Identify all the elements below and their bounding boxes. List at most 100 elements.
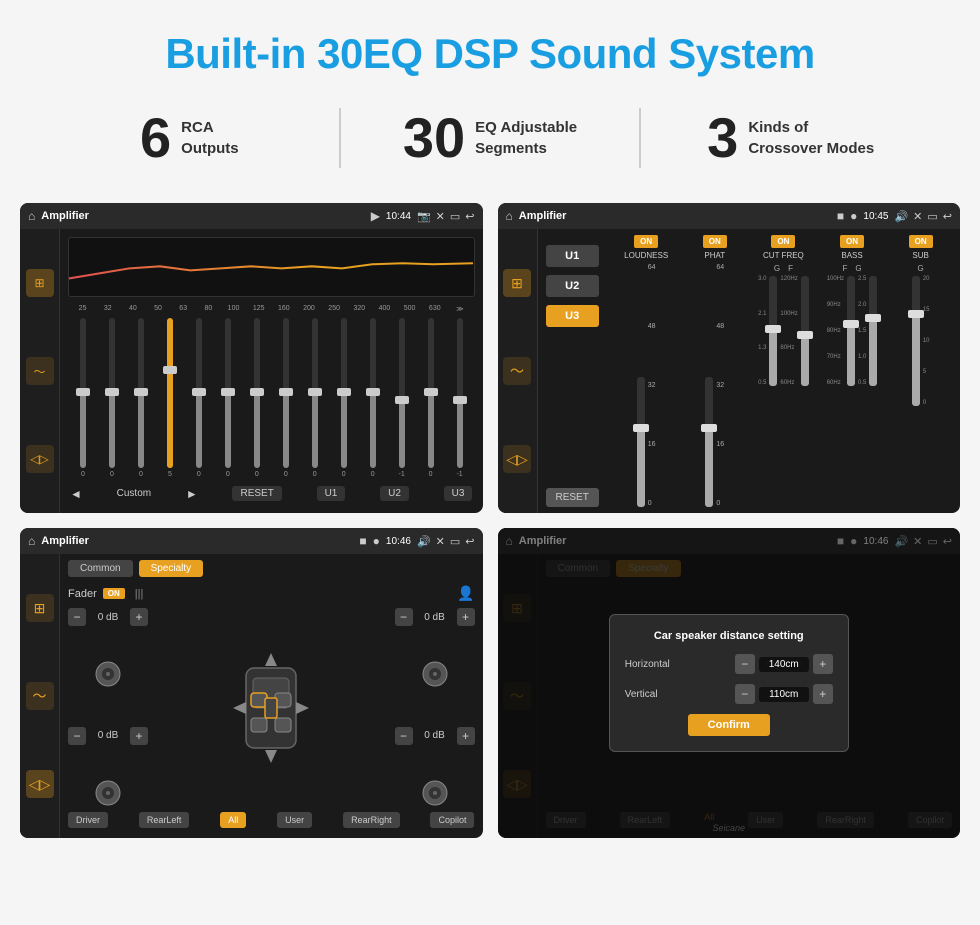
eq-slider-12[interactable]: -1 <box>389 318 415 478</box>
xover-u-buttons: U1 U2 U3 RESET <box>546 245 599 507</box>
sub-toggle[interactable]: ON <box>909 235 933 248</box>
dot-icon-3: ● <box>373 534 380 548</box>
dialog-vertical-plus[interactable]: + <box>813 684 833 704</box>
dialog-horizontal-minus[interactable]: − <box>735 654 755 674</box>
home-icon[interactable]: ⌂ <box>28 209 35 223</box>
eq-slider-6[interactable]: 0 <box>215 318 241 478</box>
back-icon[interactable]: ↩ <box>465 210 474 223</box>
fader-plus-2[interactable]: + <box>130 727 148 745</box>
volume-icon[interactable]: 🔊 <box>894 210 908 223</box>
eq-slider-11[interactable]: 0 <box>360 318 386 478</box>
all-btn[interactable]: All <box>220 812 246 828</box>
eq-slider-8[interactable]: 0 <box>273 318 299 478</box>
dialog-vertical-input: − 110cm + <box>735 684 833 704</box>
eq-sidebar-btn-2[interactable]: 〜 <box>26 357 54 385</box>
fader-minus-1[interactable]: − <box>68 608 86 626</box>
eq-slider-9[interactable]: 0 <box>302 318 328 478</box>
fader-content: − 0 dB + − <box>68 608 475 808</box>
xover-u2-btn[interactable]: U2 <box>546 275 599 297</box>
fader-sidebar-btn-3[interactable]: ◁▷ <box>26 770 54 798</box>
fader-plus-3[interactable]: + <box>457 608 475 626</box>
eq-sidebar-btn-1[interactable]: ⊞ <box>26 269 54 297</box>
phat-toggle[interactable]: ON <box>703 235 727 248</box>
user-btn[interactable]: User <box>277 812 312 828</box>
specialty-tab[interactable]: Specialty <box>139 560 204 577</box>
xover-u1-btn[interactable]: U1 <box>546 245 599 267</box>
u1-btn[interactable]: U1 <box>317 486 346 501</box>
fader-minus-4[interactable]: − <box>395 727 413 745</box>
dialog-horizontal-input: − 140cm + <box>735 654 833 674</box>
driver-btn[interactable]: Driver <box>68 812 108 828</box>
u2-btn[interactable]: U2 <box>380 486 409 501</box>
eq-slider-3[interactable]: 0 <box>128 318 154 478</box>
eq-sidebar-btn-3[interactable]: ◁▷ <box>26 445 54 473</box>
eq-slider-4[interactable]: 5 <box>157 318 183 478</box>
home-icon-3[interactable]: ⌂ <box>28 534 35 548</box>
dialog-vertical-value: 110cm <box>759 687 809 702</box>
window-icon: ▭ <box>450 210 460 223</box>
u3-btn[interactable]: U3 <box>444 486 473 501</box>
cutfreq-toggle[interactable]: ON <box>771 235 795 248</box>
rearleft-btn[interactable]: RearLeft <box>139 812 190 828</box>
loudness-toggle[interactable]: ON <box>634 235 658 248</box>
speaker-icon: ◁▷ <box>30 452 48 466</box>
back-icon-3[interactable]: ↩ <box>465 535 474 548</box>
reset-btn[interactable]: RESET <box>232 486 281 501</box>
xover-reset-btn[interactable]: RESET <box>546 488 599 507</box>
eq-slider-14[interactable]: -1 <box>447 318 473 478</box>
xover-sidebar-btn-1[interactable]: ⊞ <box>503 269 531 297</box>
eq-slider-1[interactable]: 0 <box>70 318 96 478</box>
common-tab[interactable]: Common <box>68 560 133 577</box>
confirm-button[interactable]: Confirm <box>688 714 770 736</box>
xover-sidebar-btn-2[interactable]: 〜 <box>503 357 531 385</box>
screen-fader-title: Amplifier <box>41 535 353 547</box>
eq-freq-labels: 25 32 40 50 63 80 100 125 160 200 250 32… <box>68 305 475 313</box>
xover-u3-btn[interactable]: U3 <box>546 305 599 327</box>
feature-rca: 6 RCA Outputs <box>40 110 339 166</box>
sliders-icon: ⊞ <box>34 276 44 290</box>
eq-slider-7[interactable]: 0 <box>244 318 270 478</box>
copilot-btn[interactable]: Copilot <box>430 812 474 828</box>
topbar-icons-right: 📷 ✕ ▭ ↩ <box>417 210 475 223</box>
home-icon-2[interactable]: ⌂ <box>506 209 513 223</box>
fader-minus-3[interactable]: − <box>395 608 413 626</box>
fader-sidebar-btn-2[interactable]: 〜 <box>26 682 54 710</box>
fader-db-row-1: − 0 dB + <box>68 608 148 626</box>
eq-graph <box>68 237 475 297</box>
eq-sliders-row: 0 0 0 <box>68 318 475 478</box>
eq-slider-5[interactable]: 0 <box>186 318 212 478</box>
back-icon-2[interactable]: ↩ <box>943 210 952 223</box>
fader-label-row: Fader ON ||| 👤 <box>68 585 475 602</box>
volume-icon-3[interactable]: 🔊 <box>417 535 431 548</box>
bass-toggle[interactable]: ON <box>840 235 864 248</box>
screens-grid: ⌂ Amplifier ▶ 10:44 📷 ✕ ▭ ↩ ⊞ 〜 ◁▷ <box>20 203 960 838</box>
eq-slider-2[interactable]: 0 <box>99 318 125 478</box>
dialog-overlay: Car speaker distance setting Horizontal … <box>498 528 961 838</box>
eq-slider-10[interactable]: 0 <box>331 318 357 478</box>
fader-db-row-2: − 0 dB + <box>68 727 148 745</box>
fader-left-controls: − 0 dB + − <box>68 608 148 808</box>
preset-label: Custom <box>117 488 151 499</box>
x-icon-3: ✕ <box>436 535 445 548</box>
fader-minus-2[interactable]: − <box>68 727 86 745</box>
feature-eq: 30 EQ Adjustable Segments <box>341 110 640 166</box>
dialog-vertical-minus[interactable]: − <box>735 684 755 704</box>
crossover-content: U1 U2 U3 RESET ON LOUDNESS <box>546 235 953 507</box>
rearright-btn[interactable]: RearRight <box>343 812 400 828</box>
feature-number-crossover: 3 <box>707 110 738 166</box>
dialog-horizontal-plus[interactable]: + <box>813 654 833 674</box>
eq-slider-13[interactable]: 0 <box>418 318 444 478</box>
xover-controls: ON LOUDNESS 64 48 32 <box>615 235 952 507</box>
speaker-right-rear-icon <box>420 778 450 808</box>
fader-bottom-buttons: Driver RearLeft All User RearRight Copil… <box>68 808 475 832</box>
xover-sidebar-btn-3[interactable]: ◁▷ <box>503 445 531 473</box>
fader-plus-1[interactable]: + <box>130 608 148 626</box>
camera-icon: 📷 <box>417 210 431 223</box>
xover-cutfreq: ON CUT FREQ G F 3.0 2.1 1.3 <box>752 235 815 507</box>
prev-btn[interactable]: ◄ <box>70 487 82 501</box>
fader-sidebar-btn-1[interactable]: ⊞ <box>26 594 54 622</box>
next-btn[interactable]: ► <box>186 487 198 501</box>
window-icon-2: ▭ <box>927 210 937 223</box>
fader-plus-4[interactable]: + <box>457 727 475 745</box>
screen-eq: ⌂ Amplifier ▶ 10:44 📷 ✕ ▭ ↩ ⊞ 〜 ◁▷ <box>20 203 483 513</box>
